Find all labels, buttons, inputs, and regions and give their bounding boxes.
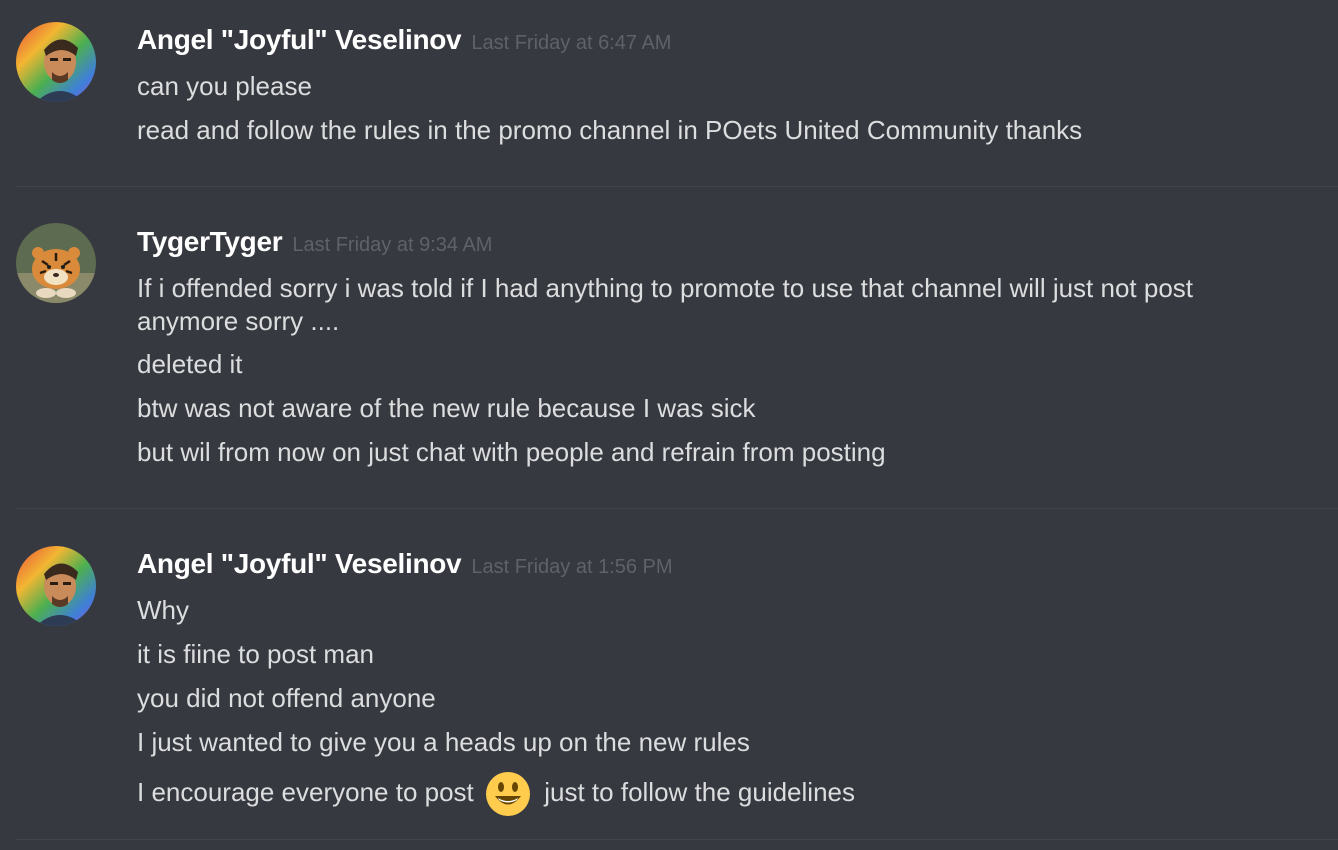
username[interactable]: TygerTyger bbox=[137, 226, 283, 257]
message-text: just to follow the guidelines bbox=[544, 776, 855, 807]
message-group: Angel "Joyful" Veselinov Last Friday at 6… bbox=[0, 0, 1338, 187]
message-line: deleted it bbox=[137, 349, 243, 379]
message-text: I encourage everyone to post bbox=[137, 776, 474, 807]
message-line: I just wanted to give you a heads up on … bbox=[137, 727, 750, 757]
message-header: TygerTyger Last Friday at 9:34 AM bbox=[137, 226, 492, 258]
user-avatar[interactable] bbox=[16, 546, 96, 626]
message-group: TygerTyger Last Friday at 9:34 AM If i of… bbox=[0, 187, 1338, 509]
username[interactable]: Angel "Joyful" Veselinov bbox=[137, 548, 462, 579]
message-line: can you please bbox=[137, 71, 312, 101]
message-header: Angel "Joyful" Veselinov Last Friday at 1… bbox=[137, 548, 673, 580]
username[interactable]: Angel "Joyful" Veselinov bbox=[137, 24, 462, 55]
message-line: you did not offend anyone bbox=[137, 683, 436, 713]
tiger-icon bbox=[16, 223, 96, 303]
message-line: read and follow the rules in the promo c… bbox=[137, 115, 1083, 145]
timestamp: Last Friday at 9:34 AM bbox=[292, 234, 493, 256]
message-line: If i offended sorry i was told if I had … bbox=[137, 273, 1194, 336]
timestamp: Last Friday at 1:56 PM bbox=[471, 556, 673, 578]
message-line: it is fiine to post man bbox=[137, 639, 374, 669]
message-line: I encourage everyone to post just to fol… bbox=[137, 771, 855, 817]
message-divider bbox=[16, 839, 1338, 840]
smiley-emoji-icon bbox=[486, 772, 531, 816]
rainbow-portrait-icon bbox=[16, 546, 96, 626]
message-header: Angel "Joyful" Veselinov Last Friday at 6… bbox=[137, 24, 671, 56]
user-avatar[interactable] bbox=[16, 223, 96, 303]
user-avatar[interactable] bbox=[16, 22, 96, 102]
message-group: Angel "Joyful" Veselinov Last Friday at 1… bbox=[0, 509, 1338, 850]
message-line: but wil from now on just chat with peopl… bbox=[137, 437, 886, 467]
message-line: btw was not aware of the new rule becaus… bbox=[137, 393, 756, 423]
rainbow-portrait-icon bbox=[16, 22, 96, 102]
chat-message-list: Angel "Joyful" Veselinov Last Friday at 6… bbox=[0, 0, 1338, 850]
message-line: Why bbox=[137, 595, 189, 625]
timestamp: Last Friday at 6:47 AM bbox=[471, 32, 672, 54]
